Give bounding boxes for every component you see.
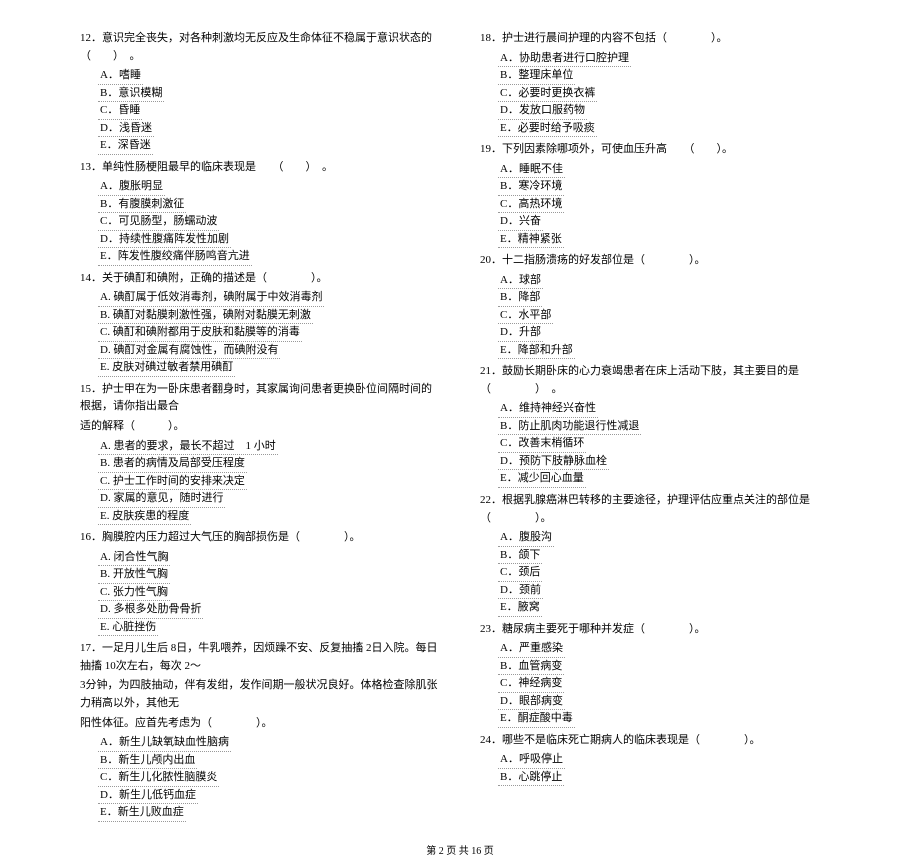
q17-stem-2: 3分钟，为四肢抽动，伴有发绀，发作间期一般状况良好。体格检查除肌张力稍高以外，其… [80,677,440,712]
q16-opt-a: A. 闭合性气胸 [98,549,170,567]
q18-stem: 18．护士进行晨间护理的内容不包括（ ）。 [480,30,840,48]
q22-opt-c: C．颈后 [498,564,542,582]
left-column: 12．意识完全丧失，对各种刺激均无反应及生命体征不稳属于意识状态的 （ ） 。 … [80,30,440,826]
q16-opt-d: D. 多根多处肋骨骨折 [98,601,203,619]
q17-stem-1: 17．一足月儿生后 8日，牛乳喂养，因烦躁不安、反复抽搐 2日入院。每日抽搐 1… [80,640,440,675]
q18-opt-a: A．协助患者进行口腔护理 [498,50,631,68]
q17-opt-e: E．新生儿败血症 [98,804,186,822]
q14-opt-b: B. 碘酊对黏膜刺激性强，碘附对黏膜无刺激 [98,307,313,325]
q12-opt-d: D．浅昏迷 [98,120,154,138]
question-15: 15．护士甲在为一卧床患者翻身时，其家属询问患者更换卧位间隔时间的根据，请你指出… [80,381,440,525]
q14-opt-e: E. 皮肤对碘过敏者禁用碘酊 [98,359,235,377]
q18-opt-d: D．发放口服药物 [498,102,587,120]
q14-opt-d: D. 碘酊对金属有腐蚀性，而碘附没有 [98,342,280,360]
question-18: 18．护士进行晨间护理的内容不包括（ ）。 A．协助患者进行口腔护理 B．整理床… [480,30,840,137]
q21-stem: 21．鼓励长期卧床的心力衰竭患者在床上活动下肢，其主要目的是（ ） 。 [480,363,840,398]
q24-opt-b: B．心跳停止 [498,769,564,787]
q15-stem-2: 适的解释（ ）。 [80,418,440,436]
q13-stem: 13．单纯性肠梗阻最早的临床表现是 （ ） 。 [80,159,440,177]
q22-opt-e: E．腋窝 [498,599,542,617]
q16-opt-c: C. 张力性气胸 [98,584,170,602]
question-19: 19．下列因素除哪项外，可使血压升高 （ ）。 A．睡眠不佳 B．寒冷环境 C．… [480,141,840,248]
q23-opt-d: D．眼部病变 [498,693,565,711]
page-footer: 第 2 页 共 16 页 [0,842,920,857]
q21-opt-a: A．维持神经兴奋性 [498,400,598,418]
q13-opt-a: A．腹胀明显 [98,178,165,196]
q24-opt-a: A．呼吸停止 [498,751,565,769]
q17-opt-a: A．新生儿缺氧缺血性脑病 [98,734,231,752]
q15-opt-d: D. 家属的意见，随时进行 [98,490,225,508]
q21-opt-c: C．改善末梢循环 [498,435,586,453]
q17-opt-b: B．新生儿颅内出血 [98,752,197,770]
q16-opt-e: E. 心脏挫伤 [98,619,158,637]
q17-opt-c: C．新生儿化脓性脑膜炎 [98,769,219,787]
q16-opt-b: B. 开放性气胸 [98,566,170,584]
q19-opt-e: E．精神紧张 [498,231,564,249]
q23-opt-a: A．严重感染 [498,640,565,658]
q20-opt-b: B．降部 [498,289,542,307]
q15-stem-1: 15．护士甲在为一卧床患者翻身时，其家属询问患者更换卧位间隔时间的根据，请你指出… [80,381,440,416]
q16-stem: 16．胸膜腔内压力超过大气压的胸部损伤是（ ）。 [80,529,440,547]
q18-opt-b: B．整理床单位 [498,67,575,85]
question-20: 20．十二指肠溃疡的好发部位是（ ）。 A．球部 B．降部 C．水平部 D．升部… [480,252,840,359]
q15-opt-e: E. 皮肤疾患的程度 [98,508,191,526]
question-12: 12．意识完全丧失，对各种刺激均无反应及生命体征不稳属于意识状态的 （ ） 。 … [80,30,440,155]
q18-opt-c: C．必要时更换衣裤 [498,85,597,103]
q13-opt-d: D．持续性腹痛阵发性加剧 [98,231,231,249]
q15-opt-c: C. 护士工作时间的安排来决定 [98,473,247,491]
q17-stem-3: 阳性体征。应首先考虑为（ ）。 [80,715,440,733]
q12-stem: 12．意识完全丧失，对各种刺激均无反应及生命体征不稳属于意识状态的 （ ） 。 [80,30,440,65]
q12-opt-e: E．深昏迷 [98,137,153,155]
question-21: 21．鼓励长期卧床的心力衰竭患者在床上活动下肢，其主要目的是（ ） 。 A．维持… [480,363,840,488]
q19-opt-a: A．睡眠不佳 [498,161,565,179]
right-column: 18．护士进行晨间护理的内容不包括（ ）。 A．协助患者进行口腔护理 B．整理床… [480,30,840,826]
q12-opt-b: B．意识模糊 [98,85,164,103]
q21-opt-e: E．减少回心血量 [498,470,586,488]
q15-opt-b: B. 患者的病情及局部受压程度 [98,455,247,473]
q23-stem: 23．糖尿病主要死于哪种并发症（ ）。 [480,621,840,639]
question-22: 22．根据乳腺癌淋巴转移的主要途径，护理评估应重点关注的部位是 （ ）。 A．腹… [480,492,840,617]
q20-opt-e: E．降部和升部 [498,342,575,360]
question-24: 24．哪些不是临床死亡期病人的临床表现是（ ）。 A．呼吸停止 B．心跳停止 [480,732,840,787]
q19-stem: 19．下列因素除哪项外，可使血压升高 （ ）。 [480,141,840,159]
q23-opt-b: B．血管病变 [498,658,564,676]
q14-stem: 14．关于碘酊和碘附，正确的描述是（ ）。 [80,270,440,288]
q19-opt-c: C．高热环境 [498,196,564,214]
q13-opt-c: C．可见肠型，肠蠕动波 [98,213,219,231]
question-23: 23．糖尿病主要死于哪种并发症（ ）。 A．严重感染 B．血管病变 C．神经病变… [480,621,840,728]
q14-opt-c: C. 碘酊和碘附都用于皮肤和黏膜等的消毒 [98,324,302,342]
question-16: 16．胸膜腔内压力超过大气压的胸部损伤是（ ）。 A. 闭合性气胸 B. 开放性… [80,529,440,636]
q19-opt-b: B．寒冷环境 [498,178,564,196]
q23-opt-c: C．神经病变 [498,675,564,693]
q23-opt-e: E．酮症酸中毒 [498,710,575,728]
question-17: 17．一足月儿生后 8日，牛乳喂养，因烦躁不安、反复抽搐 2日入院。每日抽搐 1… [80,640,440,821]
q21-opt-d: D．预防下肢静脉血栓 [498,453,609,471]
q20-opt-a: A．球部 [498,272,543,290]
q22-stem: 22．根据乳腺癌淋巴转移的主要途径，护理评估应重点关注的部位是 （ ）。 [480,492,840,527]
q13-opt-b: B．有腹膜刺激征 [98,196,186,214]
q20-opt-d: D．升部 [498,324,543,342]
q19-opt-d: D．兴奋 [498,213,543,231]
q22-opt-b: B．颌下 [498,547,542,565]
exam-page: 12．意识完全丧失，对各种刺激均无反应及生命体征不稳属于意识状态的 （ ） 。 … [0,0,920,836]
q21-opt-b: B．防止肌肉功能退行性减退 [498,418,641,436]
q13-opt-e: E．阵发性腹绞痛伴肠鸣音亢进 [98,248,252,266]
q22-opt-a: A．腹股沟 [498,529,554,547]
q24-stem: 24．哪些不是临床死亡期病人的临床表现是（ ）。 [480,732,840,750]
q12-opt-a: A．嗜睡 [98,67,143,85]
q17-opt-d: D．新生儿低钙血症 [98,787,198,805]
q15-opt-a: A. 患者的要求，最长不超过 1 小时 [98,438,278,456]
q20-stem: 20．十二指肠溃疡的好发部位是（ ）。 [480,252,840,270]
q20-opt-c: C．水平部 [498,307,553,325]
q14-opt-a: A. 碘酊属于低效消毒剂，碘附属于中效消毒剂 [98,289,324,307]
question-14: 14．关于碘酊和碘附，正确的描述是（ ）。 A. 碘酊属于低效消毒剂，碘附属于中… [80,270,440,377]
question-13: 13．单纯性肠梗阻最早的临床表现是 （ ） 。 A．腹胀明显 B．有腹膜刺激征 … [80,159,440,266]
q12-opt-c: C．昏睡 [98,102,142,120]
q18-opt-e: E．必要时给予吸痰 [498,120,597,138]
q22-opt-d: D．颈前 [498,582,543,600]
